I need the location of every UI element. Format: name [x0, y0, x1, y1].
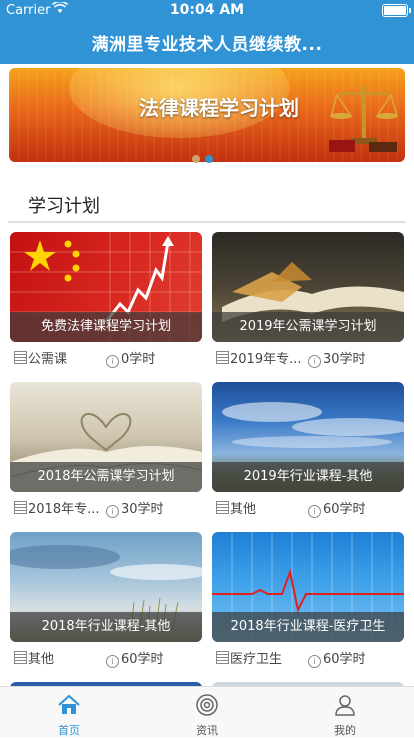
course-category: 其他: [14, 648, 54, 667]
course-title: 2019年行业课程-其他: [212, 462, 404, 492]
course-image: 免费法律课程学习计划: [10, 232, 202, 342]
course-meta: 2019年专... i 30学时: [212, 348, 404, 368]
list-icon: [216, 501, 229, 514]
course-image: 2018年行业课程-医疗卫生: [212, 532, 404, 642]
course-card[interactable]: 2018年公需课学习计划 2018年专... i 30学时: [10, 382, 202, 522]
tab-bar: 首页 资讯 我的: [0, 686, 414, 737]
course-card[interactable]: 2018年行业课程-医疗卫生 医疗卫生 i 60学时: [212, 532, 404, 672]
info-icon: i: [106, 355, 119, 368]
info-icon: i: [308, 355, 321, 368]
course-category: 2019年专...: [216, 348, 301, 367]
course-title: 免费法律课程学习计划: [10, 312, 202, 342]
carousel-dot-1[interactable]: [192, 155, 200, 163]
course-meta: 其他 i 60学时: [10, 648, 202, 668]
hours-text: 60学时: [323, 652, 366, 667]
user-icon: [335, 695, 355, 716]
hours-text: 60学时: [323, 502, 366, 517]
course-meta: 医疗卫生 i 60学时: [212, 648, 404, 668]
list-icon: [14, 651, 27, 664]
clock: 10:04 AM: [169, 2, 245, 18]
course-meta: 公需课 i 0学时: [10, 348, 202, 368]
category-text: 2019年专...: [230, 352, 302, 367]
hours-text: 60学时: [121, 652, 164, 667]
course-title: 2018年公需课学习计划: [10, 462, 202, 492]
category-text: 其他: [230, 502, 257, 517]
category-text: 2018年专...: [28, 502, 100, 517]
course-hours: i 30学时: [308, 348, 366, 368]
course-image: 2019年公需课学习计划: [212, 232, 404, 342]
course-card[interactable]: 2019年公需课学习计划 2019年专... i 30学时: [212, 232, 404, 372]
tab-profile[interactable]: 我的: [276, 687, 414, 737]
course-hours: i 30学时: [106, 498, 164, 518]
status-bar: Carrier 10:04 AM: [0, 0, 414, 20]
news-icon: [196, 694, 218, 716]
course-card[interactable]: 2019年行业课程-其他 其他 i 60学时: [212, 382, 404, 522]
course-image: 2019年行业课程-其他: [212, 382, 404, 492]
home-icon: [58, 694, 80, 714]
course-category: 医疗卫生: [216, 648, 282, 667]
tab-news[interactable]: 资讯: [138, 687, 276, 737]
banner-title: 法律课程学习计划: [139, 96, 299, 120]
hours-text: 30学时: [121, 502, 164, 517]
course-title: 2019年公需课学习计划: [212, 312, 404, 342]
info-icon: i: [106, 655, 119, 668]
hours-text: 0学时: [121, 352, 156, 367]
carousel-indicator[interactable]: [192, 148, 218, 167]
info-icon: i: [106, 505, 119, 518]
list-icon: [14, 501, 27, 514]
course-hours: i 60学时: [308, 648, 366, 668]
course-hours: i 0学时: [106, 348, 155, 368]
category-text: 其他: [28, 652, 55, 667]
course-meta: 2018年专... i 30学时: [10, 498, 202, 518]
course-hours: i 60学时: [106, 648, 164, 668]
page-title: 满洲里专业技术人员继续教...: [91, 35, 323, 55]
course-category: 公需课: [14, 348, 67, 367]
info-icon: i: [308, 655, 321, 668]
info-icon: i: [308, 505, 321, 518]
course-category: 2018年专...: [14, 498, 99, 517]
course-image: 2018年行业课程-其他: [10, 532, 202, 642]
justice-scale-icon: [329, 86, 398, 152]
course-image: 2018年公需课学习计划: [10, 382, 202, 492]
course-category: 其他: [216, 498, 256, 517]
course-card[interactable]: 2018年行业课程-其他 其他 i 60学时: [10, 532, 202, 672]
course-hours: i 60学时: [308, 498, 366, 518]
section-divider: [8, 221, 406, 223]
list-icon: [14, 351, 27, 364]
top-bar: Carrier 10:04 AM 满洲里专业技术人员继续教...: [0, 0, 414, 64]
hours-text: 30学时: [323, 352, 366, 367]
course-title: 2018年行业课程-医疗卫生: [212, 612, 404, 642]
category-text: 公需课: [28, 352, 68, 367]
category-text: 医疗卫生: [230, 652, 283, 667]
course-card[interactable]: 免费法律课程学习计划 公需课 i 0学时: [10, 232, 202, 372]
section-title: 学习计划: [28, 196, 100, 217]
course-title: 2018年行业课程-其他: [10, 612, 202, 642]
tab-home[interactable]: 首页: [0, 687, 138, 737]
carousel-dot-2[interactable]: [205, 155, 213, 163]
course-meta: 其他 i 60学时: [212, 498, 404, 518]
list-icon: [216, 651, 229, 664]
battery-icon: [382, 4, 411, 17]
list-icon: [216, 351, 229, 364]
